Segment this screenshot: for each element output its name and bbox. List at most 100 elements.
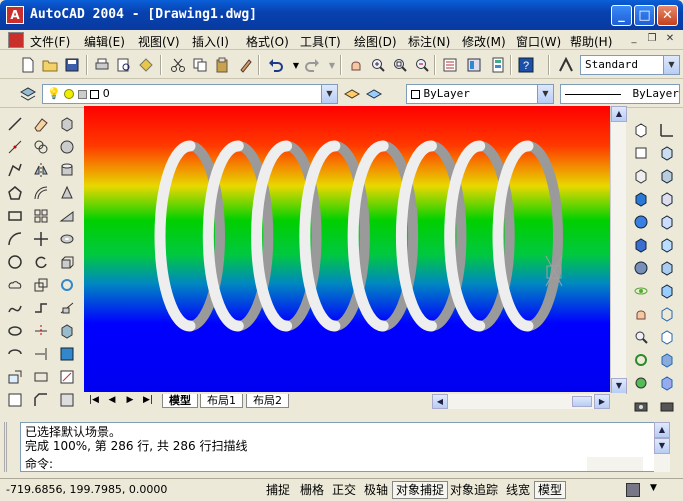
erase-button[interactable] <box>30 113 52 135</box>
menu-format[interactable]: 格式(O) <box>246 33 289 50</box>
section-button[interactable] <box>56 320 78 342</box>
document-icon[interactable] <box>8 32 24 48</box>
layer-manager-button[interactable] <box>18 84 38 104</box>
ucs-top-button[interactable] <box>656 142 678 164</box>
stretch-button[interactable] <box>30 297 52 319</box>
front-view-button[interactable] <box>630 142 652 164</box>
circle-button[interactable] <box>4 251 26 273</box>
mirror-button[interactable] <box>30 159 52 181</box>
scroll-down-button[interactable]: ▼ <box>611 378 627 394</box>
design-center-button[interactable] <box>464 55 484 75</box>
construction-line-button[interactable] <box>4 136 26 158</box>
offset-button[interactable] <box>30 182 52 204</box>
communication-center-icon[interactable] <box>626 483 640 497</box>
open-file-button[interactable] <box>40 55 60 75</box>
save-button[interactable] <box>62 55 82 75</box>
properties-button[interactable] <box>440 55 460 75</box>
cylinder-solid-button[interactable] <box>56 159 78 181</box>
new-file-button[interactable] <box>18 55 38 75</box>
menu-tools[interactable]: 工具(T) <box>300 33 341 50</box>
pan-realtime-button[interactable] <box>346 55 366 75</box>
revision-cloud-button[interactable] <box>4 274 26 296</box>
line-tool-button[interactable] <box>4 113 26 135</box>
insert-block-button[interactable] <box>4 366 26 388</box>
cone-solid-button[interactable] <box>56 182 78 204</box>
3d-pan-button[interactable] <box>630 303 652 325</box>
doc-restore-button[interactable]: ❐ <box>645 33 659 46</box>
next-tab-button[interactable]: ▶ <box>122 394 138 408</box>
shade-hidden-button[interactable] <box>656 326 678 348</box>
slice-button[interactable] <box>56 297 78 319</box>
ellipse-button[interactable] <box>4 320 26 342</box>
match-properties-button[interactable] <box>236 55 256 75</box>
tab-layout2[interactable]: 布局2 <box>246 394 289 408</box>
ellipse-arc-button[interactable] <box>4 343 26 365</box>
torus-solid-button[interactable] <box>56 228 78 250</box>
horizontal-scrollbar[interactable]: ◀ ▶ <box>432 394 610 409</box>
shade-wire-button[interactable] <box>656 303 678 325</box>
scroll-left-button[interactable]: ◀ <box>432 394 448 409</box>
render-sphere-button[interactable] <box>630 211 652 233</box>
3d-orbit-continuous-button[interactable] <box>630 349 652 371</box>
last-tab-button[interactable]: ▶| <box>140 394 156 408</box>
snap-toggle[interactable]: 捕捉 <box>262 481 294 499</box>
close-button[interactable]: ✕ <box>657 5 678 26</box>
ucs-iso-button[interactable] <box>656 280 678 302</box>
array-button[interactable] <box>30 205 52 227</box>
chevron-down-icon[interactable]: ▼ <box>321 85 337 103</box>
ucs-back-button[interactable] <box>656 257 678 279</box>
doc-close-button[interactable]: ✕ <box>663 33 677 46</box>
make-block-button[interactable] <box>4 389 26 411</box>
menu-window[interactable]: 窗口(W) <box>516 33 561 50</box>
polyline-button[interactable] <box>4 159 26 181</box>
doc-minimize-button[interactable]: _ <box>627 33 641 46</box>
menu-edit[interactable]: 编辑(E) <box>84 33 125 50</box>
3d-orbit-button[interactable] <box>630 280 652 302</box>
polar-toggle[interactable]: 极轴 <box>360 481 392 499</box>
layer-select[interactable]: 💡 0 ▼ <box>42 84 338 104</box>
print-button[interactable] <box>92 55 112 75</box>
menu-file[interactable]: 文件(F) <box>30 33 70 50</box>
vertical-scrollbar[interactable]: ▲ ▼ <box>610 106 627 394</box>
text-style-button[interactable] <box>556 55 576 75</box>
menu-dimension[interactable]: 标注(N) <box>408 33 450 50</box>
hide-button[interactable] <box>630 257 652 279</box>
gouraud-button[interactable] <box>630 234 652 256</box>
rotate-button[interactable] <box>30 251 52 273</box>
redo-dropdown[interactable]: ▼ <box>322 55 342 75</box>
zoom-realtime-button[interactable] <box>368 55 388 75</box>
zoom-window-button[interactable] <box>390 55 410 75</box>
print-preview-button[interactable] <box>114 55 134 75</box>
command-window-grip[interactable] <box>4 422 18 472</box>
top-view-button[interactable] <box>630 119 652 141</box>
ucs-right-button[interactable] <box>656 211 678 233</box>
ucs-bottom-button[interactable] <box>656 165 678 187</box>
camera-adjust-button[interactable] <box>656 395 678 417</box>
trim-button[interactable] <box>30 320 52 342</box>
ucs-front-button[interactable] <box>656 234 678 256</box>
color-select[interactable]: ByLayer ▼ <box>406 84 554 104</box>
ucs-world-button[interactable] <box>656 119 678 141</box>
undo-button[interactable] <box>266 55 286 75</box>
linetype-select[interactable]: ByLayer <box>560 84 680 104</box>
help-button[interactable]: ? <box>516 55 536 75</box>
menu-view[interactable]: 视图(V) <box>138 33 180 50</box>
tool-palettes-button[interactable] <box>488 55 508 75</box>
cut-button[interactable] <box>168 55 188 75</box>
autocad-app-icon[interactable]: A <box>6 6 24 24</box>
redo-button[interactable] <box>302 55 322 75</box>
shade-gouraud-button[interactable] <box>656 372 678 394</box>
wedge-solid-button[interactable] <box>56 205 78 227</box>
copy-object-button[interactable] <box>30 136 52 158</box>
chamfer-button[interactable] <box>30 389 52 411</box>
layer-previous-button[interactable] <box>364 84 384 104</box>
zoom-previous-button[interactable] <box>412 55 432 75</box>
chevron-down-icon[interactable]: ▼ <box>537 85 553 103</box>
rectangle-button[interactable] <box>4 205 26 227</box>
menu-help[interactable]: 帮助(H) <box>570 33 612 50</box>
drawing-viewport[interactable] <box>84 106 610 392</box>
otrack-toggle[interactable]: 对象追踪 <box>446 481 502 499</box>
ucs-left-button[interactable] <box>656 188 678 210</box>
grid-toggle[interactable]: 栅格 <box>296 481 328 499</box>
setup-drawing-button[interactable] <box>56 366 78 388</box>
